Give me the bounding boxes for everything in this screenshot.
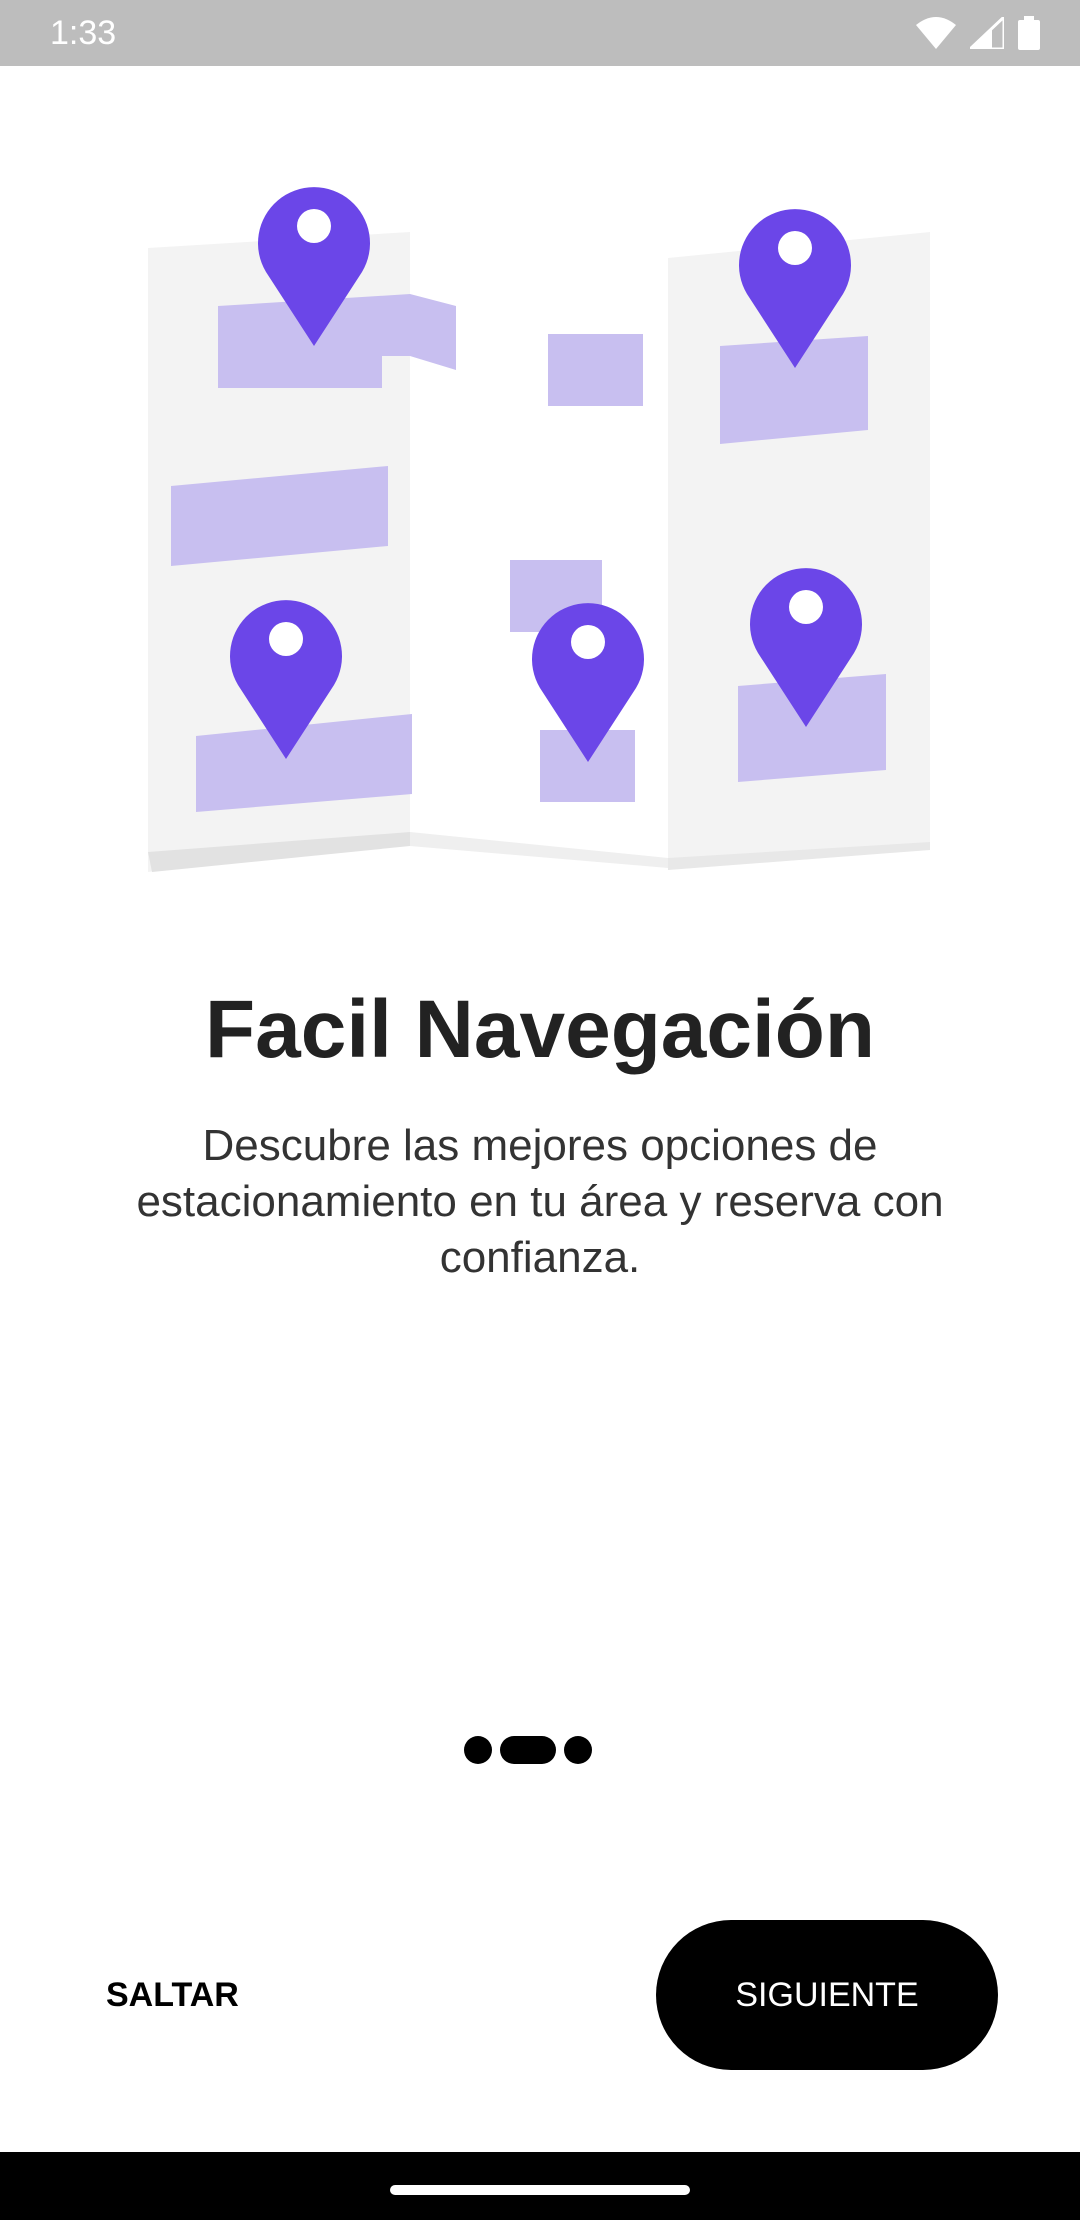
page-dot-1 <box>464 1736 492 1764</box>
page-dot-3 <box>564 1736 592 1764</box>
map-illustration <box>148 187 930 872</box>
onboarding-title: Facil Navegación <box>205 984 875 1075</box>
status-bar: 1:33 <box>0 0 1080 66</box>
status-time: 1:33 <box>50 14 117 52</box>
status-icons <box>916 14 1040 52</box>
next-button[interactable]: SIGUIENTE <box>656 1920 998 2070</box>
wifi-icon <box>916 17 956 49</box>
onboarding-subtitle: Descubre las mejores opciones de estacio… <box>136 1121 944 1282</box>
signal-icon <box>970 17 1004 49</box>
battery-icon <box>1018 16 1040 50</box>
skip-button[interactable]: SALTAR <box>80 1955 260 2035</box>
page-indicator <box>464 1736 592 1764</box>
home-gesture-handle[interactable] <box>390 2185 690 2195</box>
page-dot-2-active <box>500 1736 556 1764</box>
